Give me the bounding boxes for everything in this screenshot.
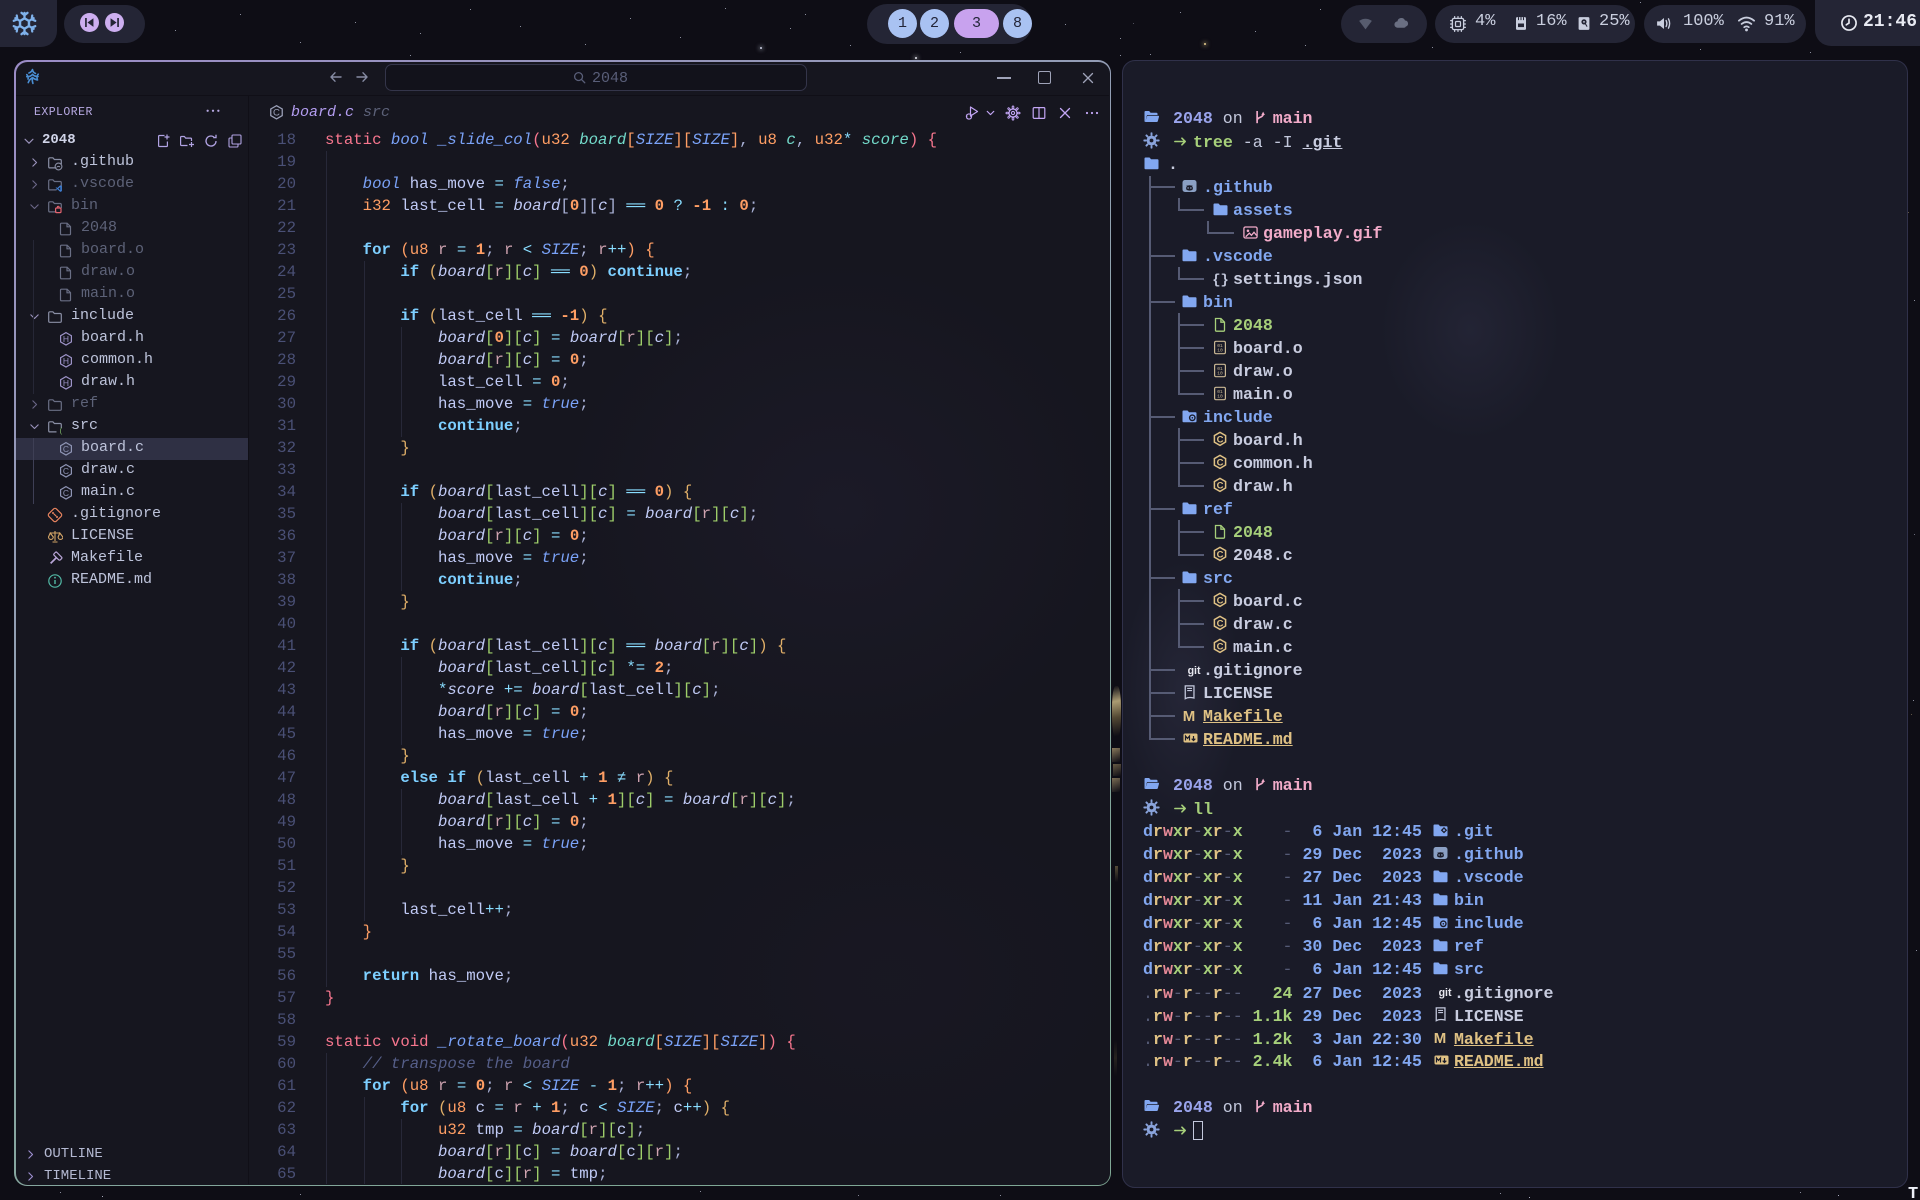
svg-text:10: 10 xyxy=(1217,394,1223,400)
svg-text:C: C xyxy=(273,108,280,119)
svg-text:C: C xyxy=(63,444,69,454)
svg-text:M: M xyxy=(1434,1030,1447,1046)
svg-text:H: H xyxy=(63,356,69,366)
svg-text:C: C xyxy=(1217,642,1224,653)
svg-text:C: C xyxy=(63,488,69,498)
svg-text:C: C xyxy=(1217,481,1224,492)
svg-text:C: C xyxy=(1217,619,1224,630)
svg-text:10: 10 xyxy=(1217,348,1223,354)
svg-text:C: C xyxy=(1217,435,1224,446)
svg-text:(): () xyxy=(59,428,63,435)
svg-text:10: 10 xyxy=(1217,371,1223,377)
svg-text:C: C xyxy=(1217,550,1224,561)
svg-text:H: H xyxy=(63,334,69,344)
svg-text:git: git xyxy=(1188,665,1201,677)
svg-text:H: H xyxy=(63,378,69,388)
svg-text:git: git xyxy=(1439,987,1452,999)
svg-text:{}: {} xyxy=(1212,272,1229,287)
svg-text:M: M xyxy=(1183,708,1196,724)
svg-text:C: C xyxy=(1217,458,1224,469)
svg-text:C: C xyxy=(63,466,69,476)
svg-text:C: C xyxy=(1217,596,1224,607)
